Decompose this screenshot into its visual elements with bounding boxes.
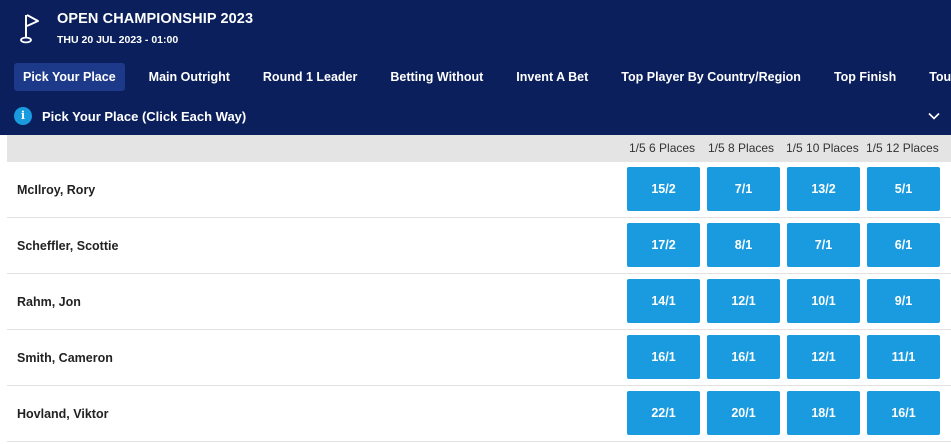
price-button[interactable]: 5/1 bbox=[867, 167, 940, 211]
market-tabs: Pick Your Place Main Outright Round 1 Le… bbox=[14, 63, 951, 91]
tab-top-finish[interactable]: Top Finish bbox=[825, 63, 905, 91]
tab-invent-a-bet[interactable]: Invent A Bet bbox=[507, 63, 597, 91]
player-name: Hovland, Viktor bbox=[17, 407, 109, 421]
price-button[interactable]: 8/1 bbox=[707, 223, 780, 267]
player-list: McIlroy, Rory 15/2 7/1 13/2 5/1 Scheffle… bbox=[7, 162, 951, 442]
tab-top-player-by-country[interactable]: Top Player By Country/Region bbox=[612, 63, 810, 91]
table-row: McIlroy, Rory 15/2 7/1 13/2 5/1 bbox=[7, 162, 951, 218]
tab-pick-your-place[interactable]: Pick Your Place bbox=[14, 63, 125, 91]
price-button[interactable]: 20/1 bbox=[707, 391, 780, 435]
column-header-10-places: 1/5 10 Places bbox=[786, 141, 859, 155]
price-button[interactable]: 10/1 bbox=[787, 279, 860, 323]
tab-tournament[interactable]: Tournament bbox=[920, 63, 951, 91]
player-name: Rahm, Jon bbox=[17, 295, 81, 309]
column-header-6-places: 1/5 6 Places bbox=[629, 141, 696, 155]
column-header-12-places: 1/5 12 Places bbox=[866, 141, 939, 155]
info-icon[interactable]: i bbox=[14, 107, 32, 125]
player-name: McIlroy, Rory bbox=[17, 183, 96, 197]
event-info: OPEN CHAMPIONSHIP 2023 THU 20 JUL 2023 -… bbox=[20, 10, 253, 50]
price-button[interactable]: 22/1 bbox=[627, 391, 700, 435]
price-button[interactable]: 9/1 bbox=[867, 279, 940, 323]
tab-round-1-leader[interactable]: Round 1 Leader bbox=[254, 63, 366, 91]
column-headers: 1/5 6 Places 1/5 8 Places 1/5 10 Places … bbox=[7, 135, 951, 162]
price-button[interactable]: 15/2 bbox=[627, 167, 700, 211]
chevron-down-icon[interactable] bbox=[927, 109, 941, 123]
price-button[interactable]: 12/1 bbox=[707, 279, 780, 323]
event-header: OPEN CHAMPIONSHIP 2023 THU 20 JUL 2023 -… bbox=[0, 0, 951, 135]
event-title: OPEN CHAMPIONSHIP 2023 bbox=[57, 11, 254, 27]
event-date: THU 20 JUL 2023 - 01:00 bbox=[57, 34, 179, 46]
market-title: Pick Your Place (Click Each Way) bbox=[42, 108, 247, 124]
player-name: Smith, Cameron bbox=[17, 351, 113, 365]
market-bar: i Pick Your Place (Click Each Way) bbox=[14, 105, 941, 127]
price-button[interactable]: 18/1 bbox=[787, 391, 860, 435]
tab-betting-without[interactable]: Betting Without bbox=[381, 63, 492, 91]
tab-main-outright[interactable]: Main Outright bbox=[140, 63, 239, 91]
price-button[interactable]: 16/1 bbox=[867, 391, 940, 435]
price-button[interactable]: 6/1 bbox=[867, 223, 940, 267]
price-button[interactable]: 16/1 bbox=[627, 335, 700, 379]
table-row: Scheffler, Scottie 17/2 8/1 7/1 6/1 bbox=[7, 218, 951, 274]
column-header-8-places: 1/5 8 Places bbox=[708, 141, 775, 155]
table-row: Hovland, Viktor 22/1 20/1 18/1 16/1 bbox=[7, 386, 951, 442]
player-name: Scheffler, Scottie bbox=[17, 239, 119, 253]
price-button[interactable]: 12/1 bbox=[787, 335, 860, 379]
price-button[interactable]: 11/1 bbox=[867, 335, 940, 379]
price-button[interactable]: 17/2 bbox=[627, 223, 700, 267]
price-button[interactable]: 16/1 bbox=[707, 335, 780, 379]
table-row: Smith, Cameron 16/1 16/1 12/1 11/1 bbox=[7, 330, 951, 386]
table-row: Rahm, Jon 14/1 12/1 10/1 9/1 bbox=[7, 274, 951, 330]
golf-flag-icon bbox=[20, 14, 39, 44]
price-button[interactable]: 13/2 bbox=[787, 167, 860, 211]
price-button[interactable]: 7/1 bbox=[707, 167, 780, 211]
price-button[interactable]: 7/1 bbox=[787, 223, 860, 267]
price-button[interactable]: 14/1 bbox=[627, 279, 700, 323]
